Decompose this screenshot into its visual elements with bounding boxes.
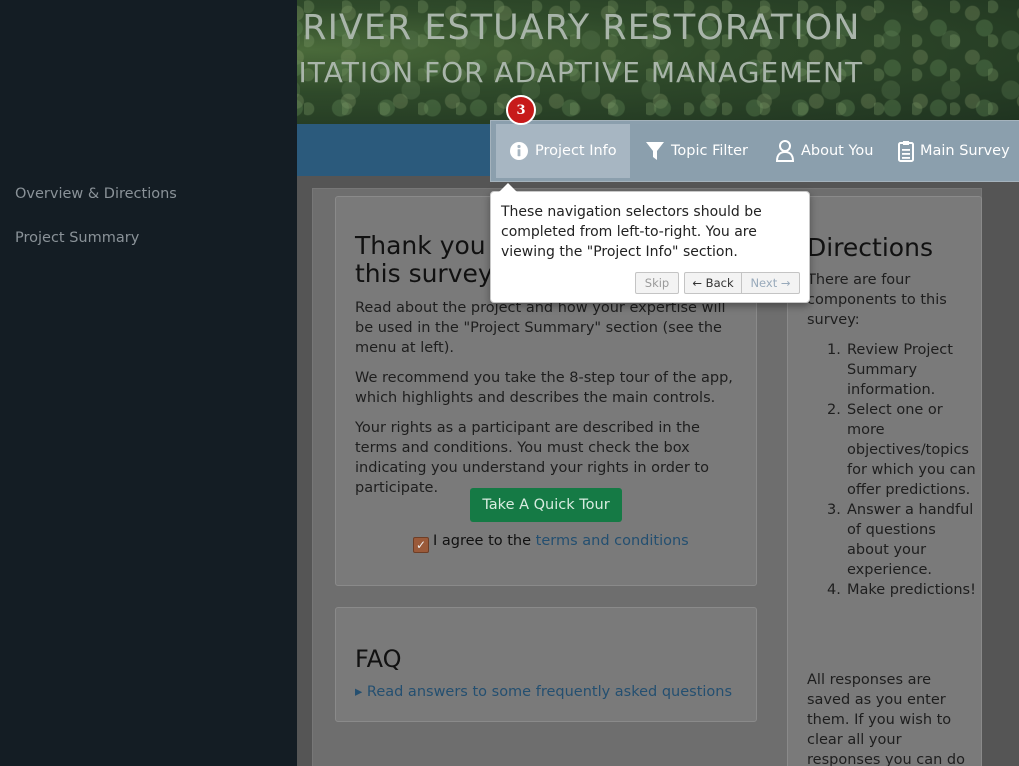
faq-heading: FAQ (355, 645, 402, 673)
caret-right-icon: ▸ (355, 684, 363, 700)
sidebar: Overview & Directions Project Summary (0, 0, 297, 766)
tab-main-survey[interactable]: Main Survey (898, 124, 1010, 178)
info-circle-icon (509, 141, 529, 161)
agree-checkbox[interactable]: ✓ (413, 537, 429, 553)
tab-topic-filter[interactable]: Topic Filter (645, 124, 748, 178)
terms-link[interactable]: terms and conditions (536, 533, 689, 549)
agree-label: I agree to the terms and conditions (433, 533, 689, 549)
directions-outro: All responses are saved as you enter the… (807, 672, 966, 766)
faq-link-text[interactable]: Read answers to some frequently asked qu… (367, 684, 732, 700)
tab-project-info[interactable]: Project Info (496, 124, 630, 178)
take-tour-button[interactable]: Take A Quick Tour (470, 488, 622, 522)
user-icon (775, 140, 795, 162)
agree-prefix: I agree to the (433, 533, 532, 549)
intro-paragraph-2: We recommend you take the 8-step tour of… (355, 370, 733, 406)
tour-step-badge: 3 (506, 95, 536, 125)
tab-project-info-label: Project Info (535, 143, 617, 159)
banner-title: G RIVER ESTUARY RESTORATION (262, 8, 861, 48)
clipboard-icon (898, 140, 914, 162)
tab-about-you-label: About You (801, 143, 874, 159)
directions-step: 1. Review Project Summary information. (827, 342, 953, 398)
directions-intro: There are four components to this survey… (807, 272, 947, 328)
directions-steps: 1. Review Project Summary information. 2.… (827, 340, 977, 600)
banner-subtitle: CITATION FOR ADAPTIVE MANAGEMENT (278, 56, 864, 89)
tab-topic-filter-label: Topic Filter (671, 143, 748, 159)
sidebar-item-project-summary[interactable]: Project Summary (15, 230, 139, 246)
directions-step: 4. Make predictions! (827, 582, 976, 598)
tour-tooltip-text: These navigation selectors should be com… (501, 204, 762, 260)
directions-heading: Directions (807, 233, 933, 262)
sidebar-item-overview[interactable]: Overview & Directions (15, 186, 177, 202)
tour-tooltip: These navigation selectors should be com… (490, 183, 810, 303)
tour-next-button[interactable]: Next → (742, 272, 800, 294)
tour-skip-button[interactable]: Skip (635, 272, 679, 294)
directions-step: 2. Select one or more objectives/topics f… (827, 402, 976, 498)
intro-paragraph-3: Your rights as a participant are describ… (355, 420, 709, 496)
tour-back-button[interactable]: ← Back (684, 272, 742, 294)
directions-step: 3. Answer a handful of questions about yo… (827, 502, 974, 578)
tab-about-you[interactable]: About You (775, 124, 873, 178)
filter-icon (645, 140, 665, 162)
tab-main-survey-label: Main Survey (920, 143, 1010, 159)
faq-link[interactable]: ▸ Read answers to some frequently asked … (355, 684, 732, 700)
intro-heading: Thank you this survey (355, 231, 493, 288)
intro-paragraph-1: Read about the project and how your expe… (355, 300, 726, 356)
